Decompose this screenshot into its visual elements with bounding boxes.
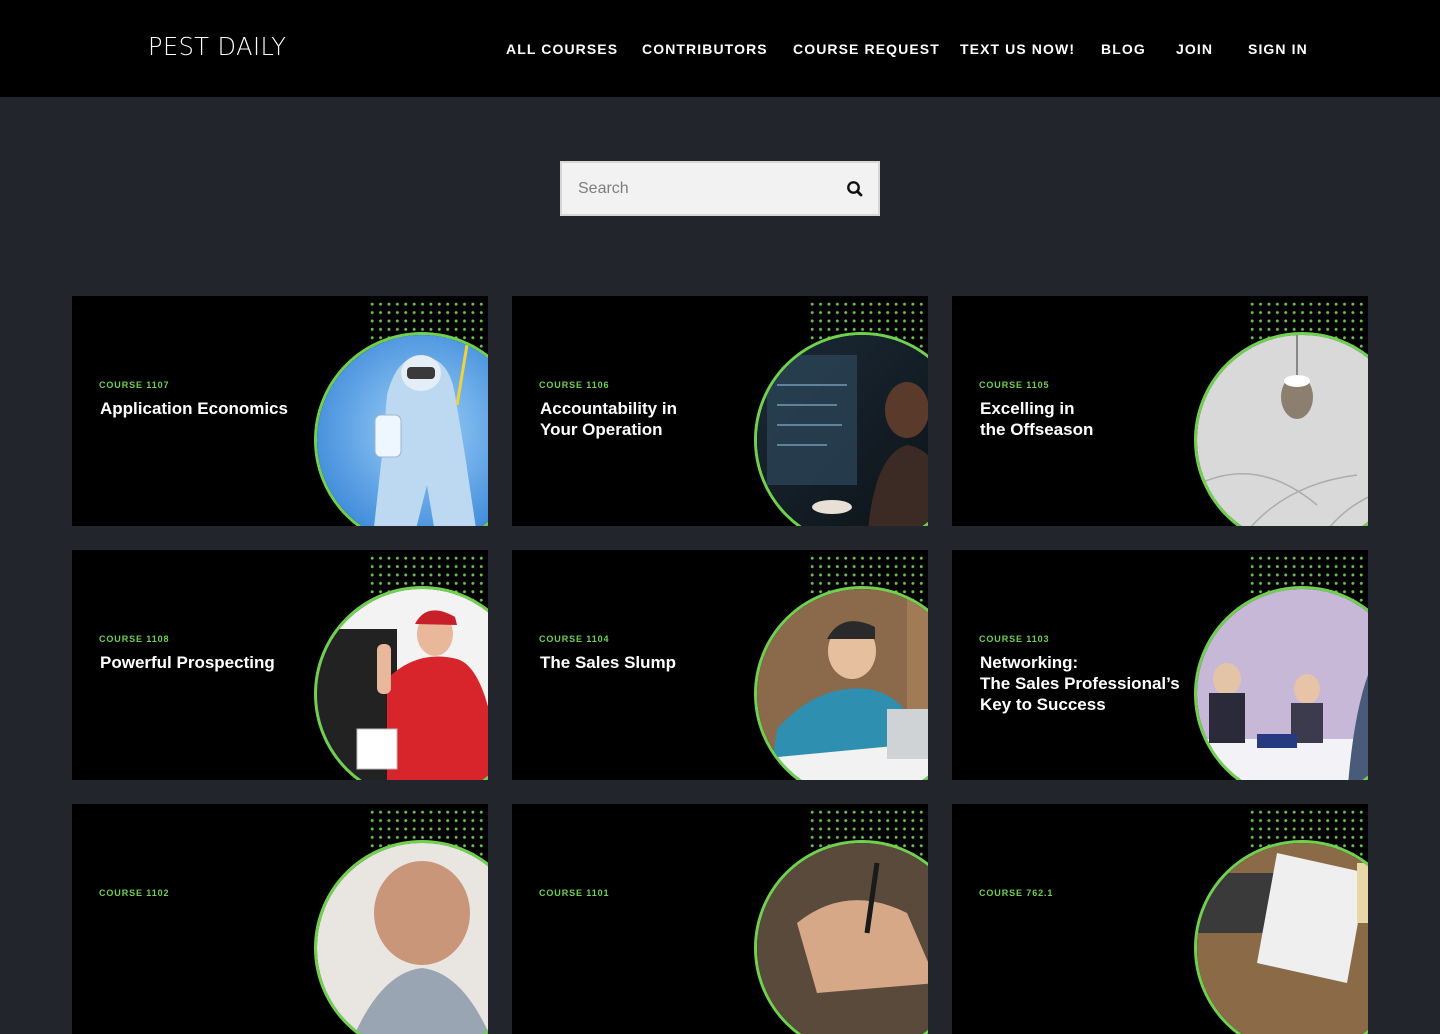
course-image-circle — [754, 586, 928, 780]
course-card-1105[interactable]: COURSE 1105 Excelling in the Offseason — [952, 296, 1368, 526]
course-number: COURSE 1107 — [99, 380, 170, 390]
wasp-nest-in-snow-photo — [1197, 335, 1368, 526]
course-number: COURSE 1104 — [539, 634, 610, 644]
course-card-1108[interactable]: COURSE 1108 Powerful Prospecting — [72, 550, 488, 780]
course-image-circle — [1194, 840, 1368, 1034]
nav-sign-in[interactable]: SIGN IN — [1248, 40, 1308, 58]
course-image-circle — [754, 332, 928, 526]
course-card-1103[interactable]: COURSE 1103 Networking: The Sales Profes… — [952, 550, 1368, 780]
stressed-man-laptop-photo — [757, 589, 928, 780]
search-button[interactable] — [842, 176, 868, 202]
course-card-1106[interactable]: COURSE 1106 Accountability in Your Opera… — [512, 296, 928, 526]
course-number: COURSE 1108 — [99, 634, 170, 644]
course-title: Accountability in Your Operation — [540, 399, 677, 439]
nav-blog[interactable]: BLOG — [1101, 40, 1146, 58]
course-card-1101[interactable]: COURSE 1101 — [512, 804, 928, 1034]
course-card-1104[interactable]: COURSE 1104 The Sales Slump — [512, 550, 928, 780]
woman-at-monitor-photo — [757, 335, 928, 526]
course-card-1107[interactable]: COURSE 1107 Application Economics — [72, 296, 488, 526]
search-input[interactable] — [562, 163, 832, 214]
course-image-circle — [314, 586, 488, 780]
course-number: COURSE 762.1 — [979, 888, 1054, 898]
nav-course-request[interactable]: COURSE REQUEST — [793, 40, 940, 58]
course-image-circle — [314, 840, 488, 1034]
conference-networking-photo — [1197, 589, 1368, 780]
nav-contributors[interactable]: CONTRIBUTORS — [642, 40, 768, 58]
nav-join[interactable]: JOIN — [1176, 40, 1213, 58]
course-title: The Sales Slump — [540, 653, 677, 672]
man-knocking-door-photo — [317, 589, 488, 780]
course-number: COURSE 1105 — [979, 380, 1050, 390]
course-card-1102[interactable]: COURSE 1102 — [72, 804, 488, 1034]
course-image-circle — [314, 332, 488, 526]
nav-all-courses[interactable]: ALL COURSES — [506, 40, 618, 58]
course-title: Application Economics — [100, 399, 288, 418]
bald-man-photo — [317, 843, 488, 1034]
hand-writing-photo — [757, 843, 928, 1034]
search-icon — [847, 181, 863, 197]
course-number: COURSE 1106 — [539, 380, 610, 390]
main-nav: ALL COURSES CONTRIBUTORS COURSE REQUEST … — [0, 0, 1440, 97]
desk-papers-photo — [1197, 843, 1368, 1034]
course-card-762-1[interactable]: COURSE 762.1 — [952, 804, 1368, 1034]
course-number: COURSE 1102 — [99, 888, 170, 898]
course-image-circle — [754, 840, 928, 1034]
course-search-box — [560, 161, 880, 216]
technician-spraying-photo — [317, 335, 488, 526]
top-navigation-bar: PEST DAILY ALL COURSES CONTRIBUTORS COUR… — [0, 0, 1440, 97]
course-number: COURSE 1101 — [539, 888, 610, 898]
course-number: COURSE 1103 — [979, 634, 1050, 644]
nav-text-us-now[interactable]: TEXT US NOW! — [960, 40, 1075, 58]
course-title: Networking: The Sales Professional’s Key… — [980, 653, 1180, 714]
course-title: Powerful Prospecting — [100, 653, 275, 672]
course-image-circle — [1194, 586, 1368, 780]
course-title: Excelling in the Offseason — [980, 399, 1094, 439]
course-image-circle — [1194, 332, 1368, 526]
